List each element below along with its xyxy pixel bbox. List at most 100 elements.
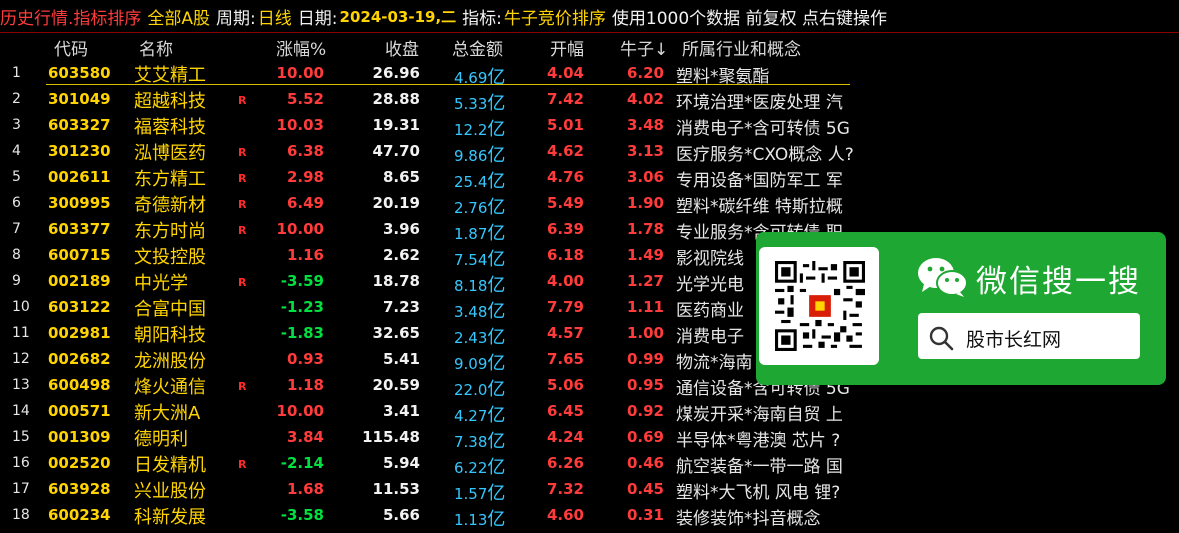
stock-name: 合富中国	[134, 299, 206, 320]
stock-code: 300995	[48, 194, 111, 212]
row-index: 8	[12, 247, 21, 263]
col-amount[interactable]: 总金额	[452, 35, 503, 60]
row-index: 2	[12, 91, 21, 107]
table-row[interactable]: 1 603580 艾艾精工 10.00 26.96 4.69亿 4.04 6.20 塑料*聚氨酯	[0, 60, 1179, 88]
stock-name: 朝阳科技	[134, 325, 206, 346]
close-price: 2.62	[382, 246, 420, 264]
niuzi-value: 0.46	[626, 454, 664, 472]
niuzi-value: 1.27	[626, 272, 664, 290]
close-price: 3.41	[382, 402, 420, 420]
table-row[interactable]: 4 301230 泓博医药 R 6.38 47.70 9.86亿 4.62 3.13 医疗服务*C…	[0, 138, 1179, 166]
close-price: 18.78	[372, 272, 420, 290]
col-code[interactable]: 代码	[54, 35, 88, 60]
industry-concept: 塑料*聚氨酯	[676, 67, 770, 87]
open-pct: 7.42	[546, 90, 584, 108]
stock-name: 德明利	[134, 429, 188, 450]
change-pct: 0.93	[286, 350, 324, 368]
title-info: 使用1000个数据 前复权 点右键操作	[611, 8, 887, 29]
margin-flag: R	[238, 94, 247, 107]
table-row[interactable]: 5 002611 东方精工 R 2.98 8.65 25.4亿 4.76 3.06 专用设备*国防…	[0, 164, 1179, 192]
stock-code: 002189	[48, 272, 111, 290]
close-price: 11.53	[372, 480, 420, 498]
row-index: 3	[12, 117, 21, 133]
niuzi-value: 4.02	[626, 90, 664, 108]
table-row[interactable]: 14 000571 新大洲A 10.00 3.41 4.27亿 6.45 0.92 煤炭开采*海…	[0, 398, 1179, 426]
open-pct: 7.65	[546, 350, 584, 368]
open-pct: 4.00	[546, 272, 584, 290]
niuzi-value: 3.06	[626, 168, 664, 186]
table-row[interactable]: 2 301049 超越科技 R 5.52 28.88 5.33亿 7.42 4.02 环境治理*医…	[0, 86, 1179, 114]
col-close[interactable]: 收盘	[385, 35, 419, 60]
stock-code: 600234	[48, 506, 111, 524]
industry-concept: 医药商业	[676, 301, 744, 321]
col-niuzi[interactable]: 牛子↓	[620, 35, 668, 60]
change-pct: 2.98	[286, 168, 324, 186]
row-index: 18	[12, 507, 30, 523]
change-pct: 10.00	[276, 220, 324, 238]
industry-concept: 半导体*粤港澳 芯片 ?	[676, 431, 841, 451]
table-row[interactable]: 18 600234 科新发展 -3.58 5.66 1.13亿 4.60 0.31 装修装饰*抖…	[0, 502, 1179, 530]
stock-code: 301049	[48, 90, 111, 108]
title-indicator-value[interactable]: 牛子竞价排序	[504, 4, 606, 29]
col-industry[interactable]: 所属行业和概念	[682, 35, 801, 60]
stock-code: 603377	[48, 220, 111, 238]
niuzi-value: 3.48	[626, 116, 664, 134]
stock-name: 文投控股	[134, 247, 206, 268]
table-row[interactable]: 17 603928 兴业股份 1.68 11.53 1.57亿 7.32 0.45 塑料*大飞机…	[0, 476, 1179, 504]
row-index: 10	[12, 299, 30, 315]
industry-concept: 航空装备*一带一路 国	[676, 457, 843, 477]
change-pct: 5.52	[286, 90, 324, 108]
row-index: 16	[12, 455, 30, 471]
stock-code: 002611	[48, 168, 111, 186]
margin-flag: R	[238, 172, 247, 185]
table-row[interactable]: 3 603327 福蓉科技 10.03 19.31 12.2亿 5.01 3.48 消费电子*含…	[0, 112, 1179, 140]
change-pct: -2.14	[280, 454, 324, 472]
change-pct: -3.59	[280, 272, 324, 290]
niuzi-value: 0.69	[626, 428, 664, 446]
close-price: 20.59	[372, 376, 420, 394]
total-amount: 1.13亿	[454, 509, 506, 530]
close-price: 5.41	[382, 350, 420, 368]
row-index: 11	[12, 325, 30, 341]
qr-code-icon	[775, 261, 865, 351]
stock-code: 603928	[48, 480, 111, 498]
title-date-value[interactable]: 2024-03-19,二	[340, 6, 457, 27]
industry-concept: 光学光电	[676, 275, 744, 295]
open-pct: 7.32	[546, 480, 584, 498]
open-pct: 4.60	[546, 506, 584, 524]
industry-concept: 影视院线	[676, 249, 744, 269]
stock-code: 603580	[48, 64, 111, 82]
industry-concept: 煤炭开采*海南自贸 上	[676, 405, 843, 425]
stock-code: 600498	[48, 376, 111, 394]
close-price: 47.70	[372, 142, 420, 160]
open-pct: 5.49	[546, 194, 584, 212]
stock-name: 福蓉科技	[134, 117, 206, 138]
change-pct: 10.00	[276, 402, 324, 420]
close-price: 5.66	[382, 506, 420, 524]
niuzi-value: 6.20	[626, 64, 664, 82]
open-pct: 4.76	[546, 168, 584, 186]
margin-flag: R	[238, 276, 247, 289]
industry-concept: 消费电子*含可转债 5G	[676, 119, 850, 139]
close-price: 8.65	[382, 168, 420, 186]
change-pct: 10.03	[276, 116, 324, 134]
col-change[interactable]: 涨幅%	[276, 35, 326, 60]
col-name[interactable]: 名称	[139, 35, 173, 60]
table-row[interactable]: 16 002520 日发精机 R -2.14 5.94 6.22亿 6.26 0.46 航空装备*…	[0, 450, 1179, 478]
row-index: 7	[12, 221, 21, 237]
title-period-value[interactable]: 日线	[258, 4, 292, 29]
col-open[interactable]: 开幅	[550, 35, 584, 60]
row-index: 12	[12, 351, 30, 367]
title-market-scope[interactable]: 全部A股	[147, 4, 210, 29]
table-row[interactable]: 6 300995 奇德新材 R 6.49 20.19 2.76亿 5.49 1.90 塑料*碳纤维…	[0, 190, 1179, 218]
niuzi-value: 0.92	[626, 402, 664, 420]
table-row[interactable]: 15 001309 德明利 3.84 115.48 7.38亿 4.24 0.69 半导体*粤港…	[0, 424, 1179, 452]
title-indicator-label: 指标:	[462, 8, 502, 29]
stock-name: 东方精工	[134, 169, 206, 190]
stock-name: 烽火通信	[134, 377, 206, 398]
wechat-search-text: 股市长红网	[966, 329, 1062, 351]
title-history-indicator: 历史行情.指标排序	[0, 8, 142, 29]
margin-flag: R	[238, 458, 247, 471]
change-pct: 1.18	[286, 376, 324, 394]
niuzi-value: 0.31	[626, 506, 664, 524]
